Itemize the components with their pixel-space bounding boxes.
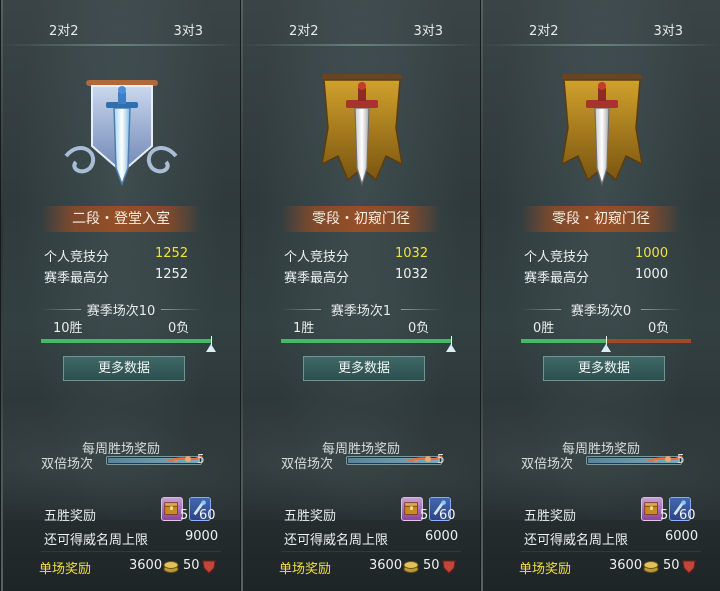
coin-reward-value: 3600 [609,558,643,573]
rank-title: 零段・初窥门径 [521,206,681,232]
wins-count: 10胜 [53,321,83,336]
season-matches-title: 赛季场次0 [481,300,720,319]
prestige-limit-value: 9000 [185,529,219,544]
shield-reward-value: 50 [423,558,440,573]
personal-score-label: 个人竞技分 [284,250,350,265]
double-matches-count: 5 [437,452,445,466]
personal-score-value: 1252 [155,246,189,261]
win-ratio-marker-icon [206,344,216,352]
coin-icon [163,561,179,573]
tab-underline [1,44,241,46]
mode-tabs: 2对2 3对3 [481,0,720,46]
tab-3v3[interactable]: 3对3 [653,20,683,39]
double-matches-label: 双倍场次 [41,457,94,472]
single-match-reward-label: 单场奖励 [39,562,92,577]
double-matches-label: 双倍场次 [281,457,334,472]
double-matches-count: 5 [677,452,685,466]
win-loss-bar-fill [41,339,211,343]
win-loss-bar-fill [521,339,606,343]
personal-score-value: 1000 [635,246,669,261]
coin-reward-value: 3600 [369,558,403,573]
season-high-label: 赛季最高分 [284,271,350,286]
scroll-count: 60 [679,508,696,523]
rank-title: 零段・初窥门径 [281,206,441,232]
tab-underline [481,44,720,46]
win-ratio-marker-icon [446,344,456,352]
gold-sword-banner-icon [561,74,643,187]
chest-count: 5 [660,508,669,523]
coin-icon [403,561,419,573]
scroll-count: 60 [199,508,216,523]
season-high-label: 赛季最高分 [44,271,110,286]
double-matches-label: 双倍场次 [521,457,574,472]
prestige-limit-label: 还可得威名周上限 [284,533,389,548]
tab-3v3[interactable]: 3对3 [413,20,443,39]
season-high-label: 赛季最高分 [524,271,590,286]
tab-2v2[interactable]: 2对2 [529,20,559,39]
season-high-value: 1000 [635,267,669,282]
chest-count: 5 [420,508,429,523]
win-loss-bar-fill [281,339,451,343]
win-ratio-marker-icon [601,344,611,352]
prestige-limit-value: 6000 [665,529,699,544]
prestige-limit-label: 还可得威名周上限 [44,533,149,548]
single-match-reward-label: 单场奖励 [519,562,572,577]
coin-reward-value: 3600 [129,558,163,573]
mode-tabs: 2对2 3对3 [241,0,481,46]
win-loss-bar [281,339,451,343]
silver-sword-banner-icon [64,80,178,187]
arena-panel-3: 2对2 3对3 零段・初窥门径 个人竞技分 1000 赛季最高分 1000 赛季… [480,0,720,591]
red-shield-icon [682,560,696,574]
season-high-value: 1032 [395,267,429,282]
rank-title: 二段・登堂入室 [41,206,201,232]
arena-panel-1: 2对2 3对3 二段・登堂入室 个人竞技分 1252 赛季最高分 1252 赛季… [0,0,241,591]
shield-reward-value: 50 [663,558,680,573]
arena-panel-2: 2对2 3对3 零段・初窥门径 个人竞技分 1032 赛季最高分 1032 赛季… [240,0,481,591]
double-matches-count: 5 [197,452,205,466]
wins-count: 1胜 [293,321,315,336]
reward-divider [281,551,461,552]
prestige-limit-value: 6000 [425,529,459,544]
prestige-limit-label: 还可得威名周上限 [524,533,629,548]
losses-count: 0负 [408,321,430,336]
losses-count: 0负 [648,321,670,336]
panel-divider [1,0,3,591]
reward-divider [521,551,701,552]
red-shield-icon [202,560,216,574]
reward-divider [41,551,221,552]
shield-reward-value: 50 [183,558,200,573]
red-shield-icon [442,560,456,574]
win-loss-bar [41,339,211,343]
season-matches-title: 赛季场次1 [241,300,481,319]
losses-count: 0负 [168,321,190,336]
mode-tabs: 2对2 3对3 [1,0,241,46]
season-matches-title: 赛季场次10 [1,300,241,319]
chest-count: 5 [180,508,189,523]
tab-underline [241,44,481,46]
personal-score-label: 个人竞技分 [524,250,590,265]
personal-score-label: 个人竞技分 [44,250,110,265]
personal-score-value: 1032 [395,246,429,261]
more-data-button[interactable]: 更多数据 [63,356,185,381]
wins-count: 0胜 [533,321,555,336]
panel-divider [481,0,483,591]
more-data-button[interactable]: 更多数据 [543,356,665,381]
tab-3v3[interactable]: 3对3 [173,20,203,39]
single-match-reward-label: 单场奖励 [279,562,332,577]
tab-2v2[interactable]: 2对2 [289,20,319,39]
gold-sword-banner-icon [321,74,403,187]
five-win-reward-label: 五胜奖励 [284,509,337,524]
season-high-value: 1252 [155,267,189,282]
scroll-count: 60 [439,508,456,523]
five-win-reward-label: 五胜奖励 [44,509,97,524]
five-win-reward-label: 五胜奖励 [524,509,577,524]
more-data-button[interactable]: 更多数据 [303,356,425,381]
tab-2v2[interactable]: 2对2 [49,20,79,39]
panel-divider [241,0,243,591]
coin-icon [643,561,659,573]
